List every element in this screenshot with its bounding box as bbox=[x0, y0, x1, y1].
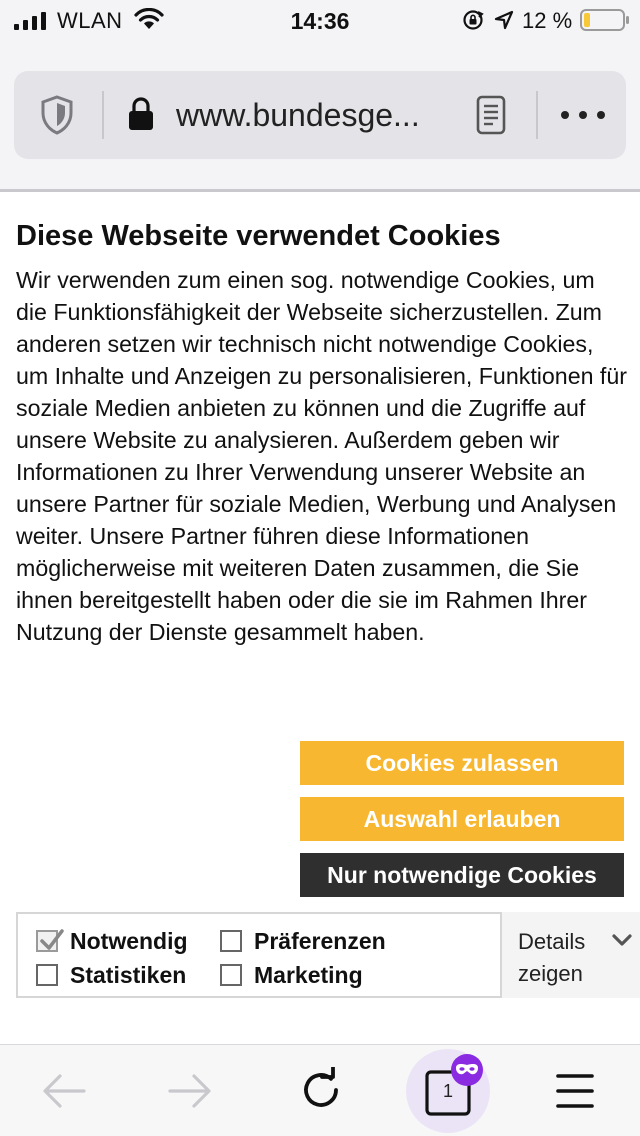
lock-icon bbox=[129, 97, 153, 130]
allow-selection-button[interactable]: Auswahl erlauben bbox=[300, 797, 624, 841]
more-icon[interactable] bbox=[558, 105, 608, 125]
checkbox-box[interactable] bbox=[36, 929, 64, 952]
battery-icon bbox=[580, 9, 629, 31]
details-toggle[interactable]: Details zeigen bbox=[500, 912, 640, 998]
shield-icon[interactable] bbox=[40, 95, 74, 135]
checkbox-box[interactable] bbox=[220, 964, 242, 986]
reload-icon[interactable] bbox=[298, 1067, 344, 1113]
rotation-lock-icon bbox=[463, 10, 484, 30]
browser-header: www.bundesge... bbox=[0, 40, 640, 192]
browser-toolbar: 1 bbox=[0, 1044, 640, 1136]
back-arrow-icon[interactable] bbox=[40, 1071, 88, 1111]
checkbox-label[interactable]: Präferenzen bbox=[254, 926, 386, 956]
checkbox-label[interactable]: Notwendig bbox=[70, 926, 188, 956]
url-text[interactable]: www.bundesge... bbox=[176, 97, 476, 134]
necessary-cookies-only-button[interactable]: Nur notwendige Cookies bbox=[300, 853, 624, 897]
allow-all-cookies-button[interactable]: Cookies zulassen bbox=[300, 741, 624, 785]
checkbox-label[interactable]: Statistiken bbox=[70, 960, 186, 990]
checkbox-box[interactable] bbox=[220, 930, 242, 952]
details-label[interactable]: Details zeigen bbox=[518, 926, 608, 990]
url-separator bbox=[536, 91, 538, 139]
url-separator bbox=[102, 91, 104, 139]
checkbox-box[interactable] bbox=[36, 964, 58, 986]
checkbox-label[interactable]: Marketing bbox=[254, 960, 363, 990]
status-bar: WLAN 14:36 12 % bbox=[0, 0, 640, 40]
tabs-button[interactable]: 1 bbox=[406, 1049, 490, 1133]
cookie-description: Wir verwenden zum einen sog. notwendige … bbox=[16, 267, 627, 645]
url-bar[interactable]: www.bundesge... bbox=[14, 71, 626, 159]
location-arrow-icon bbox=[494, 10, 514, 30]
reader-mode-icon[interactable] bbox=[476, 95, 506, 135]
checkmark-icon bbox=[40, 929, 64, 950]
menu-icon[interactable] bbox=[556, 1071, 594, 1111]
cookie-category-panel: Notwendig Präferenzen Statistiken Market… bbox=[16, 912, 640, 998]
battery-percent: 12 % bbox=[522, 8, 573, 33]
screen: WLAN 14:36 12 % www.bundesge... Diese We… bbox=[0, 0, 640, 1136]
cookie-title: Diese Webseite verwendet Cookies bbox=[16, 220, 501, 252]
private-mask-icon bbox=[451, 1054, 483, 1086]
forward-arrow-icon[interactable] bbox=[166, 1071, 214, 1111]
chevron-down-icon[interactable] bbox=[612, 934, 632, 948]
